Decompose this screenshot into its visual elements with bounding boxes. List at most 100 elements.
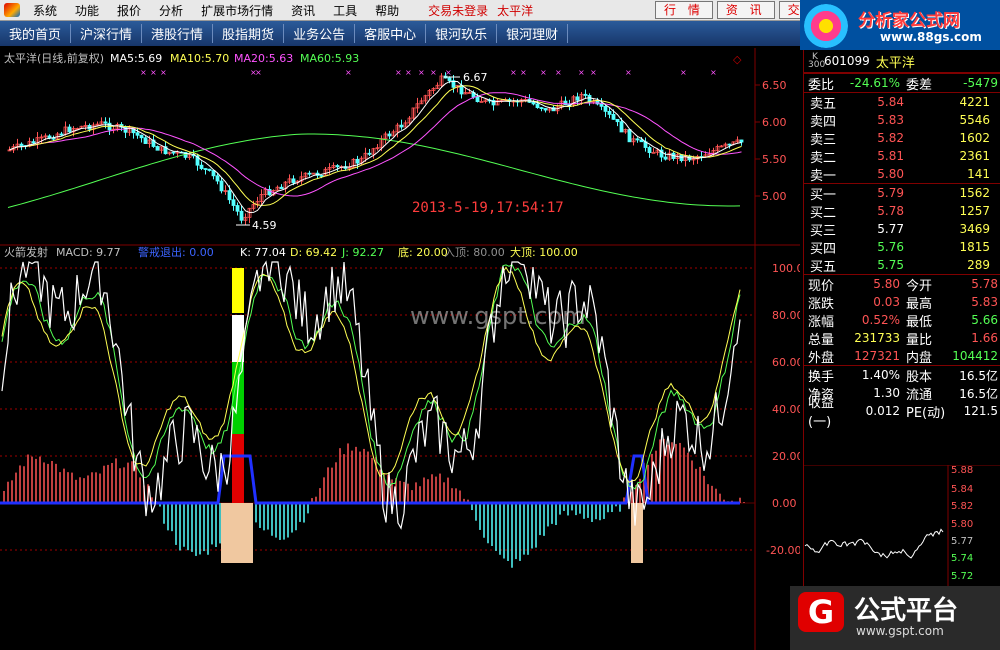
signal-marker-icon: × [160, 68, 167, 77]
price-y-tick: 5.00 [762, 190, 787, 203]
mini-y-tick: 5.74 [951, 553, 973, 564]
candle-body [171, 151, 176, 154]
candle-body [139, 134, 144, 139]
ask-volume: 141 [967, 167, 990, 181]
menu-extended-market[interactable]: 扩展市场行情 [201, 2, 273, 19]
candle-body [211, 170, 216, 177]
candlesticks[interactable] [7, 72, 744, 226]
price-y-tick: 5.50 [762, 153, 787, 166]
menu-info[interactable]: 资讯 [291, 2, 315, 19]
bid-label: 买四 [810, 241, 837, 257]
candle-body [307, 172, 312, 175]
candle-body [319, 175, 324, 177]
menu-analysis[interactable]: 分析 [159, 2, 183, 19]
candle-body [475, 96, 480, 102]
menu-help[interactable]: 帮助 [375, 2, 399, 19]
nav-shsz[interactable]: 沪深行情 [71, 24, 143, 43]
brand-banner: 分析家公式网 www.88gs.com [800, 0, 1000, 50]
signal-markers: × × × ×× × × × × × × × × × × × × × × × [140, 68, 717, 77]
candle-body [663, 156, 668, 160]
d-line [1, 266, 741, 483]
market-button[interactable]: 行 情 [655, 1, 713, 19]
gspt-title: 公式平台 [854, 596, 959, 626]
signal-marker-icon: × [710, 68, 717, 77]
fundamentals-block: 换手 1.40% 股本 16.5亿 净资 1.30 流通 16.5亿 收益(一) 0.012 P… [804, 365, 1000, 430]
candle-body [603, 105, 608, 112]
menu-quote[interactable]: 报价 [117, 2, 141, 19]
stat-label: 现价 [808, 278, 835, 294]
menu-tools[interactable]: 工具 [333, 2, 357, 19]
stats-block: 现价 5.80 今开 5.78 涨跌 0.03 最高 5.83 涨幅 0.52% 最低 5.66 … [804, 274, 1000, 366]
stat-label: 最低 [906, 314, 933, 330]
indicator-panel[interactable]: 火箭发射 MACD: 9.77 警戒退出: 0.00 K: 77.04 D: 6… [0, 245, 800, 568]
flower-logo-icon [804, 4, 848, 48]
signal-marker-icon: × [395, 68, 402, 77]
k300-badge[interactable]: K 300 [808, 53, 825, 70]
ask-label: 卖二 [810, 150, 837, 166]
candle-body [447, 77, 452, 82]
menu-function[interactable]: 功能 [75, 2, 99, 19]
bid-row[interactable]: 买一 5.79 1562 [804, 184, 1000, 203]
ask-volume: 1602 [959, 131, 990, 145]
ind-y-tick: 0.00 [772, 497, 797, 510]
diamond-icon[interactable]: ◇ [733, 53, 742, 66]
news-button[interactable]: 资 讯 [716, 1, 775, 19]
bid-label: 买五 [810, 259, 837, 275]
ask-row[interactable]: 卖五 5.84 4221 [804, 93, 1000, 112]
gspt-logo-icon: G [798, 592, 844, 632]
quote-header: K 300 601099 太平洋 [804, 50, 1000, 73]
candle-body [607, 110, 612, 115]
nav-service[interactable]: 客服中心 [355, 24, 427, 43]
low-price-label: 4.59 [252, 219, 277, 232]
nav-home[interactable]: 我的首页 [0, 24, 72, 43]
candle-body [619, 121, 624, 133]
price-panel[interactable]: 6.50 6.00 5.50 5.00 ◇ 太平洋(日线,前复权) MA5:5.… [0, 48, 800, 650]
signal-marker-icon: × [430, 68, 437, 77]
enter-top-value: 入顶: 80.00 [444, 246, 505, 259]
high-price-label: 6.67 [463, 71, 488, 84]
mini-y-tick: 5.82 [951, 501, 973, 512]
bid-row[interactable]: 买五 5.75 289 [804, 256, 1000, 275]
stat-value: 1.30 [873, 386, 900, 400]
nav-yinhe-jiule[interactable]: 银河玖乐 [426, 24, 498, 43]
nav-hk[interactable]: 港股行情 [142, 24, 214, 43]
stat-value: 1.40% [861, 368, 900, 382]
chart-area[interactable]: 6.50 6.00 5.50 5.00 ◇ 太平洋(日线,前复权) MA5:5.… [0, 48, 800, 650]
macd-value: MACD: 9.77 [56, 246, 121, 259]
stat-value: 16.5亿 [959, 386, 998, 401]
stat-value: 0.52% [861, 313, 900, 327]
bid-row[interactable]: 买三 5.77 3469 [804, 220, 1000, 239]
bid-row[interactable]: 买二 5.78 1257 [804, 202, 1000, 221]
stat-value: 121.5 [963, 404, 998, 418]
nav-announcement[interactable]: 业务公告 [284, 24, 356, 43]
menu-system[interactable]: 系统 [33, 2, 57, 19]
bid-price: 5.77 [877, 222, 904, 236]
bid-label: 买二 [810, 205, 837, 221]
nav-yinhe-licai[interactable]: 银河理财 [497, 24, 569, 43]
ask-label: 卖四 [810, 114, 837, 130]
stat-label: 涨跌 [808, 296, 835, 312]
stat-value: 5.78 [971, 277, 998, 291]
candle-body [727, 143, 732, 146]
candle-body [739, 139, 744, 143]
alert-exit-line [0, 454, 740, 505]
stat-label: 外盘 [808, 350, 835, 366]
candle-body [219, 180, 224, 192]
nav-futures[interactable]: 股指期货 [213, 24, 285, 43]
stat-label: 总量 [808, 332, 835, 348]
ask-row[interactable]: 卖四 5.83 5546 [804, 111, 1000, 130]
indicator-name: 火箭发射 [4, 245, 48, 259]
candle-body [239, 210, 244, 221]
ma20-line [9, 92, 742, 197]
stat-row: 外盘 127321 内盘 104412 [804, 347, 1000, 366]
ask-row[interactable]: 卖三 5.82 1602 [804, 129, 1000, 148]
candle-body [539, 107, 544, 109]
ask-row[interactable]: 卖二 5.81 2361 [804, 147, 1000, 166]
bid-price: 5.78 [877, 204, 904, 218]
intraday-mini-chart[interactable]: 5.88 5.84 5.82 5.80 5.77 5.74 5.72 [803, 465, 1000, 600]
login-status[interactable]: 交易未登录 [428, 2, 488, 19]
ask-row[interactable]: 卖一 5.80 141 [804, 165, 1000, 184]
bid-row[interactable]: 买四 5.76 1815 [804, 238, 1000, 257]
rocket-base [631, 503, 643, 563]
stock-name: 太平洋 [875, 55, 915, 71]
